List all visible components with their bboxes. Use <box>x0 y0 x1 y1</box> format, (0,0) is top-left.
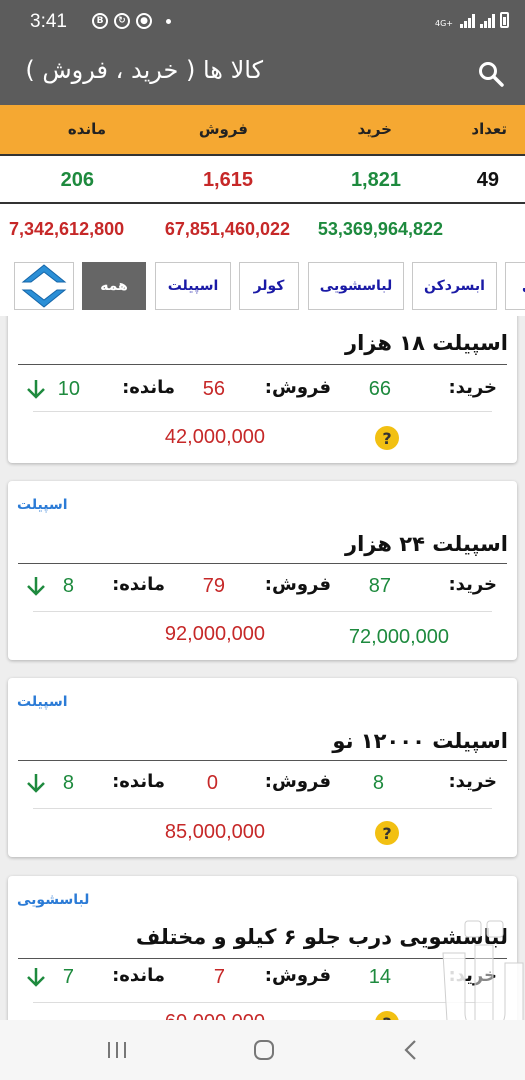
sell-price: 60,000,000 <box>165 1011 265 1020</box>
unknown-price-icon: ? <box>375 426 399 450</box>
divider-light <box>33 611 492 612</box>
system-nav-bar <box>0 1020 525 1080</box>
total-remain: 206 <box>60 169 94 191</box>
buy-label: خرید: <box>448 771 497 792</box>
category-tabs: همه اسپیلت کولر لباسشویی ابسردکن ل <box>0 256 525 316</box>
sell-qty: 79 <box>202 575 225 597</box>
remain-qty: 7 <box>62 966 74 988</box>
remain-label: مانده: <box>112 771 165 792</box>
money-remain: 7,342,612,800 <box>9 219 125 239</box>
home-icon[interactable] <box>252 1038 276 1062</box>
collapse-toggle[interactable] <box>14 262 74 310</box>
divider <box>18 760 507 761</box>
divider <box>18 563 507 564</box>
remain-qty: 8 <box>62 772 74 794</box>
money-buy: 53,369,964,822 <box>317 219 443 239</box>
page-title: کالا ها ( خرید ، فروش ) <box>25 56 263 84</box>
sell-qty: 0 <box>206 772 218 794</box>
divider <box>18 364 507 365</box>
tab-water-cooler[interactable]: ابسردکن <box>412 262 497 310</box>
sell-price: 42,000,000 <box>164 426 265 448</box>
buy-qty: 66 <box>368 378 391 400</box>
signal-icon <box>460 14 475 28</box>
arrow-down-icon <box>27 380 45 399</box>
summary-totals: 49 1,821 1,615 206 <box>0 154 525 204</box>
unknown-price-icon: ? <box>375 821 399 845</box>
buy-qty: 14 <box>368 966 391 988</box>
tab-all[interactable]: همه <box>82 262 146 310</box>
remain-label: مانده: <box>112 965 165 986</box>
total-buy: 1,821 <box>350 169 401 191</box>
sell-label: فروش: <box>264 574 331 595</box>
remain-qty: 8 <box>62 575 74 597</box>
network-type: 4G+ <box>435 19 453 28</box>
app-bar: کالا ها ( خرید ، فروش ) <box>0 42 525 105</box>
sell-price: 92,000,000 <box>164 623 265 645</box>
total-count: 49 <box>476 169 499 191</box>
recent-apps-icon[interactable] <box>106 1039 128 1061</box>
arrow-down-icon <box>27 968 45 987</box>
sell-price: 85,000,000 <box>164 821 265 843</box>
sell-label: فروش: <box>264 965 331 986</box>
battery-icon <box>500 12 509 28</box>
chat-notification-icon: ● <box>136 13 152 29</box>
tab-split[interactable]: اسپیلت <box>155 262 231 310</box>
status-bar: 3:41 B ↻ ● 4G+ <box>0 0 525 42</box>
divider-light <box>33 808 492 809</box>
arrow-down-icon <box>27 774 45 793</box>
product-card[interactable]: اسپیلت ۱۸ هزار خرید: 66 فروش: 56 مانده: … <box>8 316 517 463</box>
search-icon[interactable] <box>477 60 505 88</box>
summary-money: 53,369,964,822 67,851,460,022 7,342,612,… <box>0 204 525 256</box>
sync-notification-icon: ↻ <box>114 13 130 29</box>
arrow-down-icon <box>27 577 45 596</box>
tab-washer[interactable]: لباسشویی <box>308 262 404 310</box>
product-card[interactable]: اسپیلت اسپیلت ۲۴ هزار خرید: 87 فروش: 79 … <box>8 481 517 660</box>
header-remain: مانده <box>67 120 106 138</box>
divider-light <box>33 411 492 412</box>
product-name: اسپیلت ۱۸ هزار <box>345 331 508 355</box>
sell-label: فروش: <box>264 377 331 398</box>
header-count: تعداد <box>471 120 507 138</box>
sell-qty: 56 <box>202 378 225 400</box>
remain-qty: 10 <box>57 378 80 400</box>
buy-label: خرید: <box>448 574 497 595</box>
status-time: 3:41 <box>30 11 67 32</box>
header-sell: فروش <box>198 120 248 138</box>
money-sell: 67,851,460,022 <box>164 219 290 239</box>
tab-cooler[interactable]: کولر <box>239 262 299 310</box>
chevron-up-down-icon <box>21 264 67 308</box>
remain-label: مانده: <box>122 377 175 398</box>
sell-label: فروش: <box>264 771 331 792</box>
notification-icons: B ↻ ● <box>92 13 171 29</box>
product-card[interactable]: اسپیلت اسپیلت ۱۲۰۰۰ نو خرید: 8 فروش: 0 م… <box>8 678 517 857</box>
sell-qty: 7 <box>213 966 225 988</box>
system-icons: 4G+ <box>435 12 509 28</box>
product-name: اسپیلت ۱۲۰۰۰ نو <box>332 729 508 753</box>
buy-qty: 87 <box>368 575 391 597</box>
header-buy: خرید <box>357 120 392 138</box>
signal-2-icon <box>480 14 495 28</box>
buy-price: 72,000,000 <box>348 626 449 648</box>
back-icon[interactable] <box>400 1038 422 1062</box>
tab-partial[interactable]: ل <box>505 262 525 310</box>
product-category: لباسشویی <box>17 892 90 908</box>
buy-label: خرید: <box>448 377 497 398</box>
summary-header: تعداد خرید فروش مانده <box>0 105 525 154</box>
product-name: اسپیلت ۲۴ هزار <box>345 532 508 556</box>
product-category: اسپیلت <box>17 497 68 513</box>
remain-label: مانده: <box>112 574 165 595</box>
b-notification-icon: B <box>92 13 108 29</box>
product-category: اسپیلت <box>17 694 68 710</box>
buy-qty: 8 <box>372 772 384 794</box>
unknown-price-icon: ? <box>375 1011 399 1020</box>
more-notifications-icon <box>166 18 171 24</box>
total-sell: 1,615 <box>202 169 253 191</box>
